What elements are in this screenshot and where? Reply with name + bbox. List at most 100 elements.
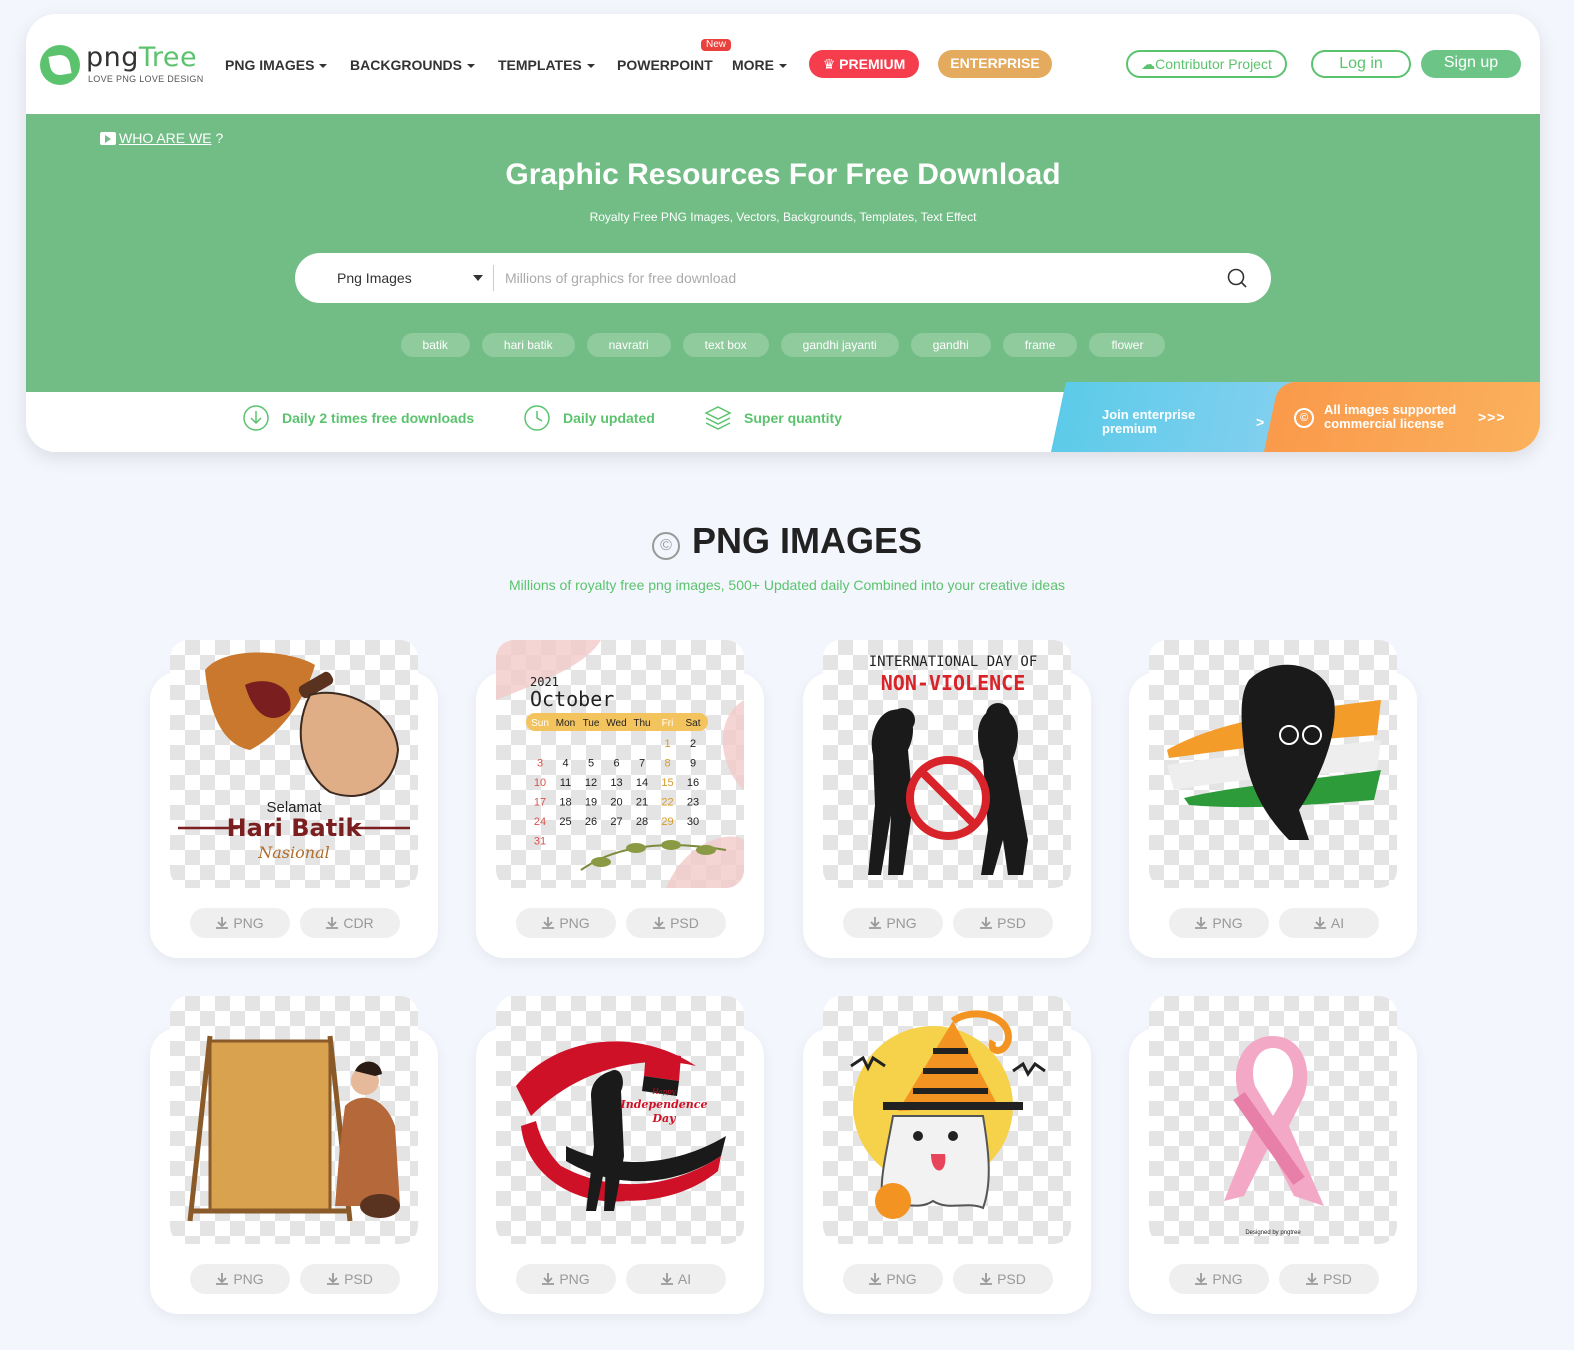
psd-download-button[interactable]: PSD	[953, 1264, 1053, 1294]
ai-download-button[interactable]: AI	[1279, 908, 1379, 938]
psd-download-button[interactable]: PSD	[300, 1264, 400, 1294]
tag-chip[interactable]: text box	[682, 333, 769, 357]
png-download-button[interactable]: PNG	[516, 1264, 616, 1294]
calendar-date: 18	[559, 797, 571, 809]
feature-super-quantity: Super quantity	[704, 406, 842, 430]
clock-icon	[524, 405, 550, 431]
nav-powerpoint[interactable]: POWERPOINT	[617, 57, 713, 73]
card-text: Happy	[651, 1088, 676, 1096]
tag-chip[interactable]: gandhi	[910, 333, 991, 357]
card-text: Hari Batik	[227, 814, 363, 842]
calendar-weekday: Fri	[662, 718, 674, 729]
nav-backgrounds[interactable]: BACKGROUNDS	[350, 57, 475, 73]
calendar-weekday: Tue	[583, 718, 600, 729]
calendar-date: 19	[585, 797, 597, 809]
nav-more[interactable]: MORE	[732, 57, 787, 73]
tag-chip[interactable]: batik	[400, 333, 470, 357]
image-card[interactable]: Happy Independence Day PNG AI	[476, 996, 764, 1314]
calendar-date: 12	[585, 777, 597, 789]
calendar-date: 2	[690, 738, 696, 750]
calendar-date: 31	[534, 836, 546, 848]
image-card[interactable]: PNG PSD	[150, 996, 438, 1314]
image-card[interactable]: 2021 October Sun Mon Tue Wed Thu Fri Sat 12345…	[476, 640, 764, 958]
premium-button[interactable]: ♛ PREMIUM	[809, 50, 919, 78]
chevron-down-icon	[779, 64, 787, 69]
thumbnail-gandhi[interactable]	[1149, 640, 1397, 888]
download-icon	[327, 1273, 340, 1285]
psd-download-button[interactable]: PSD	[953, 908, 1053, 938]
search-input[interactable]	[505, 263, 1205, 293]
png-download-button[interactable]: PNG	[190, 1264, 290, 1294]
card-text: Day	[651, 1112, 677, 1125]
nav-templates[interactable]: TEMPLATES	[498, 57, 595, 73]
png-download-button[interactable]: PNG	[1169, 1264, 1269, 1294]
hero-subtitle: Royalty Free PNG Images, Vectors, Backgr…	[589, 210, 977, 224]
png-download-button[interactable]: PNG	[190, 908, 290, 938]
calendar-date: 8	[664, 758, 670, 770]
search-bar: Png Images	[295, 253, 1271, 303]
halloween-ghost-illustration	[850, 1010, 1046, 1219]
download-icon	[216, 1273, 229, 1285]
commercial-license-text: All images supported commercial license	[1324, 402, 1457, 431]
top-nav: pngTree LOVE PNG LOVE DESIGN PNG IMAGES …	[26, 14, 1540, 114]
calendar-date: 21	[636, 797, 648, 809]
tag-chip[interactable]: navratri	[586, 333, 671, 357]
header-card: pngTree LOVE PNG LOVE DESIGN PNG IMAGES …	[26, 14, 1540, 452]
tag-chip[interactable]: flower	[1089, 333, 1166, 357]
card-text: INTERNATIONAL DAY OF	[869, 654, 1038, 670]
nav-png-images[interactable]: PNG IMAGES	[225, 57, 328, 73]
feature-strip: Daily 2 times free downloads Daily updat…	[26, 382, 1540, 452]
calendar-weekday: Sat	[685, 718, 700, 729]
psd-download-button[interactable]: PSD	[1279, 1264, 1379, 1294]
thumbnail-non-violence[interactable]: INTERNATIONAL DAY OF NON-VIOLENCE	[823, 640, 1071, 888]
layers-icon	[704, 406, 732, 430]
thumbnail-october-calendar[interactable]: 2021 October Sun Mon Tue Wed Thu Fri Sat 12345…	[496, 640, 744, 888]
calendar-weekday: Thu	[633, 718, 650, 729]
login-button[interactable]: Log in	[1311, 50, 1411, 78]
logo-tagline: LOVE PNG LOVE DESIGN	[88, 74, 204, 84]
calendar-date: 25	[559, 816, 571, 828]
ai-download-button[interactable]: AI	[626, 1264, 726, 1294]
thumbnail-hari-batik[interactable]: Selamat Hari Batik Nasional	[170, 640, 418, 888]
chevron-down-icon	[467, 64, 475, 69]
cdr-download-button[interactable]: CDR	[300, 908, 400, 938]
image-card[interactable]: Selamat Hari Batik Nasional PNG CDR	[150, 640, 438, 958]
contributor-button[interactable]: ☁Contributor Project	[1126, 50, 1287, 78]
image-card[interactable]: PNG AI	[1129, 640, 1417, 958]
thumbnail-batik-loom[interactable]	[170, 996, 418, 1244]
arrow-right-icon: >	[1256, 414, 1265, 430]
caret-down-icon[interactable]	[473, 275, 483, 281]
chevron-down-icon	[319, 64, 328, 69]
png-download-button[interactable]: PNG	[843, 908, 943, 938]
download-icon	[869, 1273, 882, 1285]
png-download-button[interactable]: PNG	[516, 908, 616, 938]
png-download-button[interactable]: PNG	[1169, 908, 1269, 938]
section-subtitle: Millions of royalty free png images, 500…	[508, 577, 1066, 593]
logo[interactable]: pngTree LOVE PNG LOVE DESIGN	[38, 42, 218, 88]
enterprise-button[interactable]: ENTERPRISE	[938, 50, 1052, 78]
calendar-date: 1	[664, 738, 670, 750]
signup-button[interactable]: Sign up	[1421, 50, 1521, 78]
download-icon	[1195, 1273, 1208, 1285]
thumbnail-pink-ribbon[interactable]: Designed by pngtree	[1149, 996, 1397, 1244]
who-are-we-link[interactable]: WHO ARE WE ?	[100, 130, 223, 146]
arrows-right-icon: >>>	[1478, 409, 1506, 425]
calendar-date: 13	[610, 777, 622, 789]
calendar-date: 15	[661, 777, 673, 789]
tag-chip[interactable]: gandhi jayanti	[780, 333, 899, 357]
gandhi-tricolor-illustration	[1167, 664, 1381, 840]
image-card[interactable]: Designed by pngtree PNG PSD	[1129, 996, 1417, 1314]
search-type-select[interactable]: Png Images	[337, 270, 412, 286]
psd-download-button[interactable]: PSD	[626, 908, 726, 938]
search-icon[interactable]	[1227, 268, 1247, 288]
image-card[interactable]: PNG PSD	[803, 996, 1091, 1314]
tag-chip[interactable]: hari batik	[481, 333, 575, 357]
image-card[interactable]: INTERNATIONAL DAY OF NON-VIOLENCE PNG PS…	[803, 640, 1091, 958]
png-download-button[interactable]: PNG	[843, 1264, 943, 1294]
calendar-date: 30	[687, 816, 699, 828]
thumbnail-halloween-ghost[interactable]	[823, 996, 1071, 1244]
thumbnail-independence-day[interactable]: Happy Independence Day	[496, 996, 744, 1244]
tag-chip[interactable]: frame	[1002, 333, 1078, 357]
logo-wordmark: pngTree	[86, 42, 198, 73]
tag-list: batik hari batik navratri text box gandhi ja…	[26, 333, 1540, 357]
